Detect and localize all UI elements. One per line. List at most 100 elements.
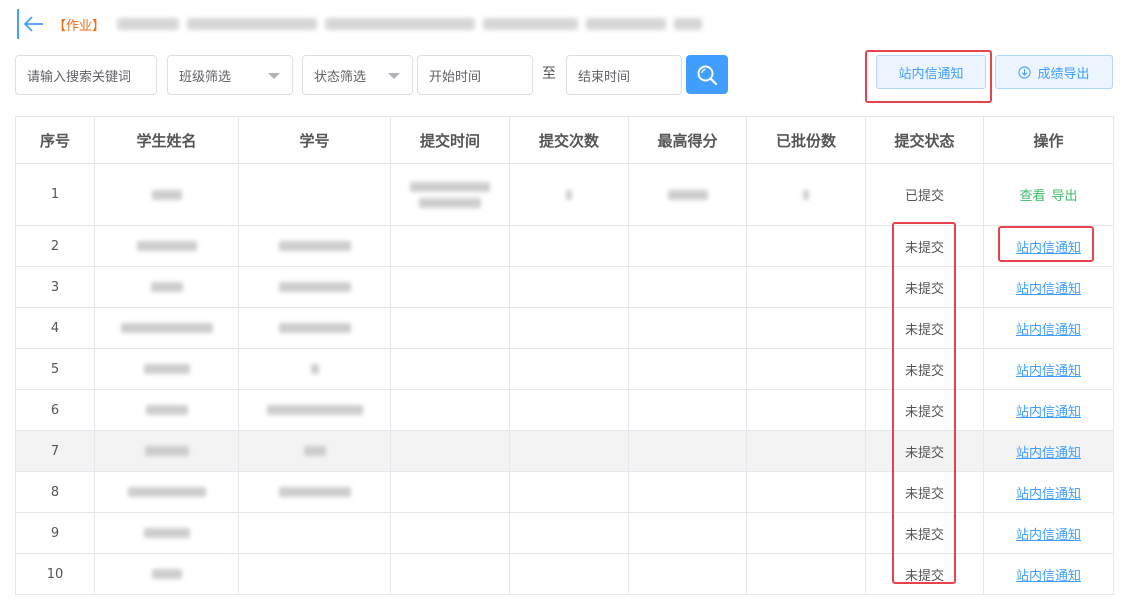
status-text: 未提交 — [865, 430, 984, 472]
column-header-status: 提交状态 — [865, 116, 984, 164]
column-header-submit-time: 提交时间 — [390, 116, 510, 164]
notify-link[interactable]: 站内信通知 — [1016, 569, 1081, 584]
student-id-redacted — [238, 553, 391, 595]
row-actions: 站内信通知 — [983, 348, 1114, 390]
student-name-redacted — [94, 225, 239, 267]
row-actions: 站内信通知 — [983, 430, 1114, 472]
table-row: 5 未提交 站内信通知 — [15, 348, 1114, 390]
accent-bar — [17, 9, 19, 39]
notify-link[interactable]: 站内信通知 — [1016, 282, 1081, 297]
status-text: 未提交 — [865, 307, 984, 349]
export-link[interactable]: 导出 — [1052, 189, 1078, 204]
status-filter-label: 状态筛选 — [314, 69, 367, 85]
student-name-redacted — [94, 307, 239, 349]
column-header-actions: 操作 — [983, 116, 1114, 164]
row-actions: 站内信通知 — [983, 512, 1114, 554]
status-text: 未提交 — [865, 225, 984, 267]
notify-link[interactable]: 站内信通知 — [1016, 405, 1081, 420]
student-id-redacted — [238, 430, 391, 472]
table-row: 8 未提交 站内信通知 — [15, 471, 1114, 513]
column-header-student-id: 学号 — [238, 116, 391, 164]
start-time-placeholder: 开始时间 — [429, 69, 482, 85]
column-header-student-name: 学生姓名 — [94, 116, 239, 164]
bulk-notify-label: 站内信通知 — [898, 66, 964, 82]
student-name-redacted — [94, 348, 239, 390]
table-row: 1 已提交 查看 导出 — [15, 163, 1114, 226]
student-id-redacted — [238, 225, 391, 267]
notify-link[interactable]: 站内信通知 — [1016, 528, 1081, 543]
assignment-tag: 【作业】 — [53, 18, 106, 34]
row-actions: 站内信通知 — [983, 225, 1114, 267]
start-time-input[interactable]: 开始时间 — [417, 55, 533, 95]
submission-table: 序号 学生姓名 学号 提交时间 提交次数 最高得分 已批份数 提交状态 操作 1… — [15, 116, 1114, 595]
end-time-input[interactable]: 结束时间 — [566, 55, 682, 95]
submit-count-redacted — [509, 163, 629, 226]
status-text: 未提交 — [865, 512, 984, 554]
row-index: 8 — [15, 471, 95, 513]
notify-link[interactable]: 站内信通知 — [1016, 487, 1081, 502]
student-name-redacted — [94, 512, 239, 554]
column-header-max-score: 最高得分 — [628, 116, 747, 164]
student-name-redacted — [94, 553, 239, 595]
class-filter-label: 班级筛选 — [179, 69, 232, 85]
bulk-notify-button[interactable]: 站内信通知 — [876, 55, 986, 89]
back-arrow-icon[interactable] — [21, 9, 47, 39]
submit-time-redacted — [390, 163, 510, 226]
download-circle-icon — [1018, 65, 1032, 79]
student-id-redacted — [238, 471, 391, 513]
table-row: 7 未提交 站内信通知 — [15, 430, 1114, 472]
notify-link[interactable]: 站内信通知 — [1016, 323, 1081, 338]
notify-link[interactable]: 站内信通知 — [1016, 364, 1081, 379]
student-name-redacted — [94, 471, 239, 513]
student-name-redacted — [94, 430, 239, 472]
column-header-submit-count: 提交次数 — [509, 116, 629, 164]
search-button[interactable] — [686, 55, 728, 94]
row-actions: 站内信通知 — [983, 307, 1114, 349]
search-input[interactable]: 请输入搜索关键词 — [15, 55, 157, 95]
graded-count-redacted — [746, 163, 866, 226]
status-text: 已提交 — [865, 163, 984, 226]
status-text: 未提交 — [865, 553, 984, 595]
row-index: 6 — [15, 389, 95, 431]
to-label: 至 — [542, 66, 556, 82]
status-text: 未提交 — [865, 389, 984, 431]
row-index: 9 — [15, 512, 95, 554]
export-grades-button[interactable]: 成绩导出 — [995, 55, 1113, 89]
row-index: 10 — [15, 553, 95, 595]
status-filter-select[interactable]: 状态筛选 — [302, 55, 413, 95]
row-index: 5 — [15, 348, 95, 390]
column-header-index: 序号 — [15, 116, 95, 164]
table-row: 3 未提交 站内信通知 — [15, 266, 1114, 308]
table-row: 2 未提交 站内信通知 — [15, 225, 1114, 267]
status-text: 未提交 — [865, 471, 984, 513]
row-actions: 站内信通知 — [983, 389, 1114, 431]
row-index: 7 — [15, 430, 95, 472]
export-grades-label: 成绩导出 — [1037, 66, 1090, 82]
row-actions: 站内信通知 — [983, 553, 1114, 595]
class-filter-select[interactable]: 班级筛选 — [167, 55, 293, 95]
row-index: 2 — [15, 225, 95, 267]
notify-link[interactable]: 站内信通知 — [1016, 446, 1081, 461]
max-score-redacted — [628, 163, 747, 226]
student-name-redacted — [94, 163, 239, 226]
row-actions: 查看 导出 — [983, 163, 1114, 226]
student-id-redacted — [238, 389, 391, 431]
page-header: 【作业】 — [17, 9, 703, 39]
assignment-title-redacted — [117, 18, 703, 30]
student-id-redacted — [238, 512, 391, 554]
student-id-redacted — [238, 307, 391, 349]
student-id-redacted — [238, 266, 391, 308]
table-header-row: 序号 学生姓名 学号 提交时间 提交次数 最高得分 已批份数 提交状态 操作 — [15, 116, 1114, 164]
student-id-redacted — [238, 348, 391, 390]
row-index: 1 — [15, 163, 95, 226]
status-text: 未提交 — [865, 348, 984, 390]
table-row: 6 未提交 站内信通知 — [15, 389, 1114, 431]
row-actions: 站内信通知 — [983, 266, 1114, 308]
chevron-down-icon — [388, 73, 400, 79]
column-header-graded-count: 已批份数 — [746, 116, 866, 164]
row-index: 4 — [15, 307, 95, 349]
view-link[interactable]: 查看 — [1019, 189, 1045, 204]
end-time-placeholder: 结束时间 — [578, 69, 631, 85]
search-input-placeholder: 请输入搜索关键词 — [27, 69, 132, 85]
notify-link[interactable]: 站内信通知 — [1016, 241, 1081, 256]
